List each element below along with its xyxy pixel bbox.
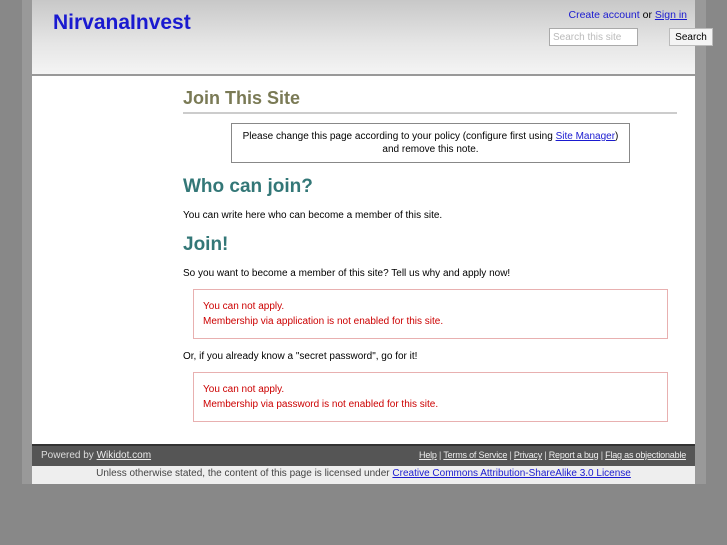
join-text: So you want to become a member of this s… — [183, 268, 511, 279]
who-can-join-text: You can write here who can become a memb… — [183, 210, 443, 221]
search-button[interactable]: Search — [669, 28, 713, 46]
flag-link[interactable]: Flag as objectionable — [605, 450, 686, 460]
application-error-box: You can not apply. Membership via applic… — [193, 289, 668, 339]
report-bug-link[interactable]: Report a bug — [549, 450, 599, 460]
error-title: You can not apply. — [203, 384, 285, 395]
policy-note: Please change this page according to you… — [231, 123, 630, 163]
account-links: Create account or Sign in — [568, 9, 687, 21]
error-message: Membership via password is not enabled f… — [203, 399, 439, 410]
page-container: NirvanaInvest Create account or Sign in … — [32, 0, 713, 484]
header: NirvanaInvest Create account or Sign in … — [32, 0, 713, 76]
who-can-join-heading: Who can join? — [183, 176, 313, 197]
error-title: You can not apply. — [203, 301, 285, 312]
search-input[interactable] — [549, 28, 638, 46]
powered-by-text: Powered by — [41, 450, 97, 461]
error-message: Membership via application is not enable… — [203, 316, 444, 327]
wikidot-link[interactable]: Wikidot.com — [97, 450, 151, 461]
or-text: or — [642, 9, 652, 21]
sign-in-link[interactable]: Sign in — [655, 9, 687, 21]
join-heading: Join! — [183, 234, 229, 255]
create-account-link[interactable]: Create account — [568, 9, 639, 21]
license-text: Unless otherwise stated, the content of … — [96, 468, 393, 479]
license-bar: Unless otherwise stated, the content of … — [32, 466, 695, 484]
site-title[interactable]: NirvanaInvest — [53, 11, 191, 35]
main-content: Join This Site Please change this page a… — [183, 88, 677, 422]
license-link[interactable]: Creative Commons Attribution-ShareAlike … — [392, 468, 630, 479]
footer: Powered by Wikidot.com Help | Terms of S… — [32, 444, 695, 466]
site-manager-link[interactable]: Site Manager — [556, 131, 615, 142]
page-title: Join This Site — [183, 88, 677, 114]
footer-links: Help | Terms of Service | Privacy | Repo… — [419, 450, 686, 460]
help-link[interactable]: Help — [419, 450, 437, 460]
powered-by: Powered by Wikidot.com — [41, 450, 151, 461]
privacy-link[interactable]: Privacy — [514, 450, 542, 460]
password-text: Or, if you already know a "secret passwo… — [183, 351, 418, 362]
terms-link[interactable]: Terms of Service — [443, 450, 507, 460]
password-error-box: You can not apply. Membership via passwo… — [193, 372, 668, 422]
note-text: Please change this page according to you… — [242, 131, 556, 142]
